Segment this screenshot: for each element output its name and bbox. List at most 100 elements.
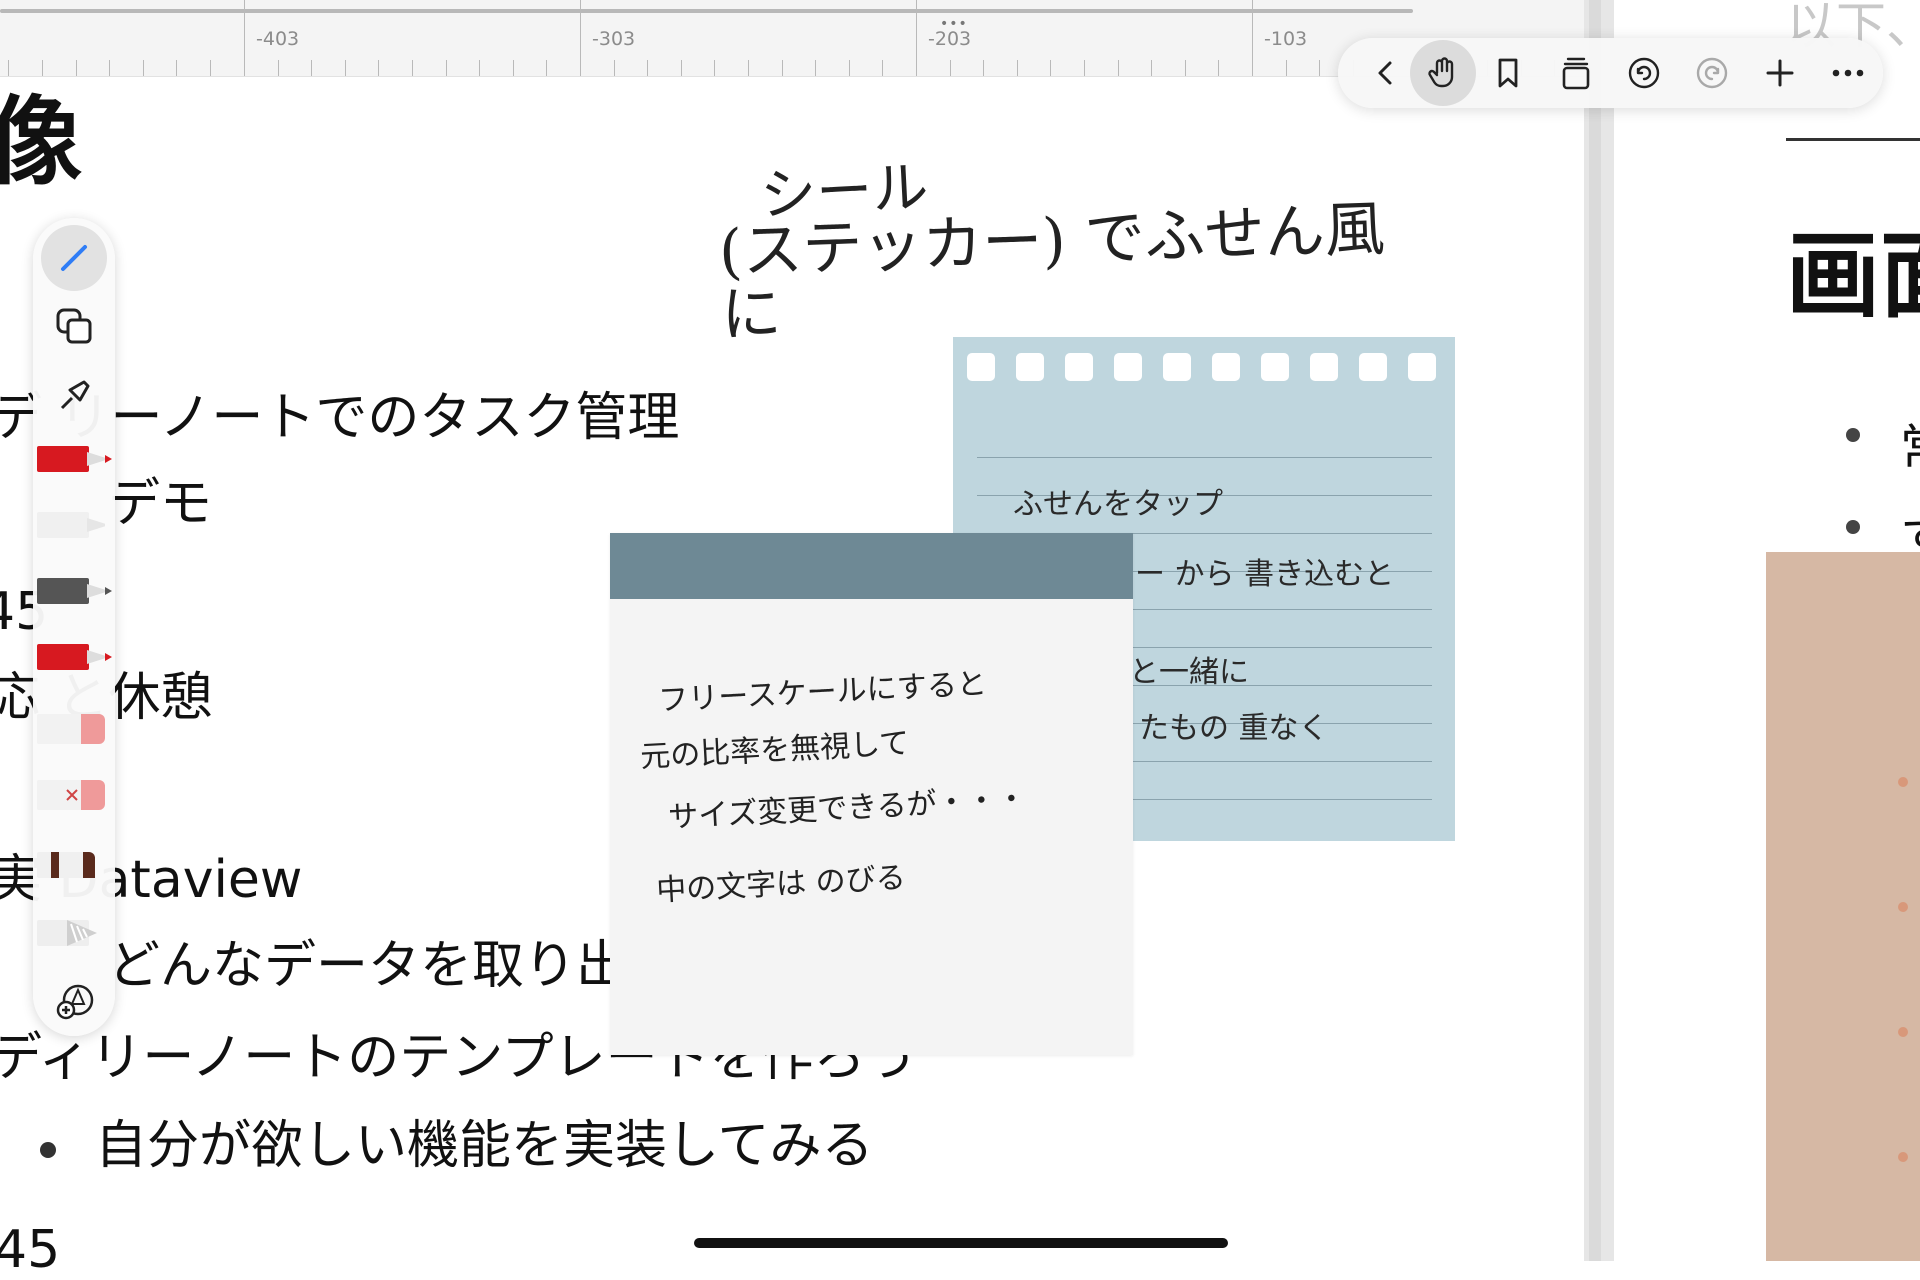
right-page-heading: 画面: [1786, 222, 1920, 331]
ruler-tick: [950, 60, 951, 76]
sticky-note-text: 元の比率を無視して: [639, 725, 911, 776]
ruler-tick: [42, 60, 43, 76]
page-heading: 像: [0, 86, 82, 198]
pen-body: [37, 512, 89, 538]
text-line: 45: [0, 1220, 61, 1280]
texture-icon: [67, 920, 97, 946]
pencil-tool[interactable]: [41, 225, 107, 291]
sticky-note-header: [610, 533, 1133, 599]
ruler-tick: [1286, 60, 1287, 76]
bookmark-button[interactable]: [1480, 45, 1536, 101]
pages-button[interactable]: [1548, 45, 1604, 101]
sticky-note-sticker[interactable]: フリースケールにすると 元の比率を無視して サイズ変更できるが・・・ 中の文字は…: [610, 533, 1133, 1055]
red-marker[interactable]: [37, 642, 112, 672]
ruler-tick: [849, 60, 850, 76]
redo-icon: [1696, 57, 1728, 89]
ruler-tick: [1218, 60, 1219, 76]
pen-nib: [105, 653, 112, 661]
white-pen[interactable]: [37, 510, 112, 540]
list-dot: [1898, 777, 1908, 787]
texture-pen[interactable]: [37, 918, 109, 948]
ruler-tick: [1118, 60, 1119, 76]
top-toolbar: [1338, 38, 1883, 108]
pencil-icon: [61, 245, 87, 271]
shapes-tool[interactable]: [41, 298, 107, 354]
ruler-tick: [412, 60, 413, 76]
add-button[interactable]: [1752, 45, 1808, 101]
ruler-tick: [311, 60, 312, 76]
ruler-tick: [244, 0, 245, 76]
handwritten-title-line: (ステッカー) でふせん風に: [717, 194, 1386, 351]
red-pen[interactable]: [37, 444, 112, 474]
ruler-tick: [513, 60, 514, 76]
pages-icon: [1562, 57, 1590, 90]
ruler-tick: [1017, 60, 1018, 76]
notepad-hole: [1359, 353, 1387, 381]
notepad-hole: [1212, 353, 1240, 381]
notepad-hole: [1065, 353, 1093, 381]
ruler-tick: [1252, 0, 1253, 76]
hand-icon: [1428, 57, 1454, 88]
ruler-tick: [1151, 60, 1152, 76]
text-line: 自分が欲しい機能を実装してみる: [95, 1116, 874, 1176]
ruler-label: -303: [592, 28, 636, 50]
notepad-text: ー から 書き込むと: [1135, 557, 1395, 592]
back-button[interactable]: [1358, 45, 1414, 101]
ruler-tick: [681, 60, 682, 76]
ruler-tick: [378, 60, 379, 76]
ruler-tick: [782, 60, 783, 76]
add-icon: [1766, 59, 1794, 87]
right-page-bullet-text: 常: [1900, 408, 1920, 480]
add-tool-icon: [56, 984, 94, 1020]
more-button[interactable]: [1820, 45, 1876, 101]
notepad-hole: [1261, 353, 1289, 381]
bullet: [40, 1142, 56, 1158]
pen-tip: [83, 852, 95, 878]
pen-nib: [105, 521, 112, 529]
sticky-note-text: サイズ変更できるが・・・: [667, 781, 1028, 836]
notepad-hole: [1114, 353, 1142, 381]
redo-button[interactable]: [1684, 45, 1740, 101]
pencil-active-bg: [41, 225, 107, 291]
ruler-tick: [614, 60, 615, 76]
ruler-tick: [210, 60, 211, 76]
bookmark-icon: [1498, 58, 1518, 88]
notepad-rule: [977, 457, 1432, 458]
notepad-hole: [1408, 353, 1436, 381]
ruler-tick: [1185, 60, 1186, 76]
more-icon: [1832, 69, 1864, 77]
ruler-tick: [76, 60, 77, 76]
list-dot: [1898, 1152, 1908, 1162]
hand-tool-button[interactable]: [1410, 40, 1476, 106]
object-eraser-tool[interactable]: [37, 780, 105, 810]
notepad-text: たもの 重なく: [1139, 711, 1329, 746]
ruler-tick: [345, 60, 346, 76]
list-dot: [1898, 1027, 1908, 1037]
handwritten-title[interactable]: シール (ステッカー) でふせん風に: [718, 150, 1440, 350]
ruler-track: [0, 9, 1413, 13]
ruler-tick: [546, 60, 547, 76]
pen-band: [51, 852, 59, 878]
ruler-label: -203: [928, 28, 972, 50]
gray-pen[interactable]: [37, 576, 112, 606]
x-icon: [66, 789, 78, 801]
text-line: デモ: [108, 474, 213, 534]
ruler-tick: [1319, 60, 1320, 76]
ruler-tick: [815, 60, 816, 76]
ruler-tick: [109, 60, 110, 76]
ruler-tick: [916, 0, 917, 76]
notepad-hole: [1016, 353, 1044, 381]
add-tool-button[interactable]: [41, 974, 107, 1030]
pen-nib: [105, 455, 112, 463]
brush-tool[interactable]: [41, 368, 107, 424]
list-dot: [1898, 902, 1908, 912]
eraser-body: [37, 714, 85, 744]
undo-button[interactable]: [1616, 45, 1672, 101]
home-indicator[interactable]: [694, 1238, 1228, 1248]
sticky-note-text: 中の文字は のびる: [655, 860, 907, 909]
brown-pen[interactable]: [37, 850, 109, 880]
ruler-tick: [143, 60, 144, 76]
eraser-tool[interactable]: [37, 714, 105, 744]
text-line: どんなデータを取り出: [108, 936, 629, 996]
ruler-label: -103: [1264, 28, 1308, 50]
